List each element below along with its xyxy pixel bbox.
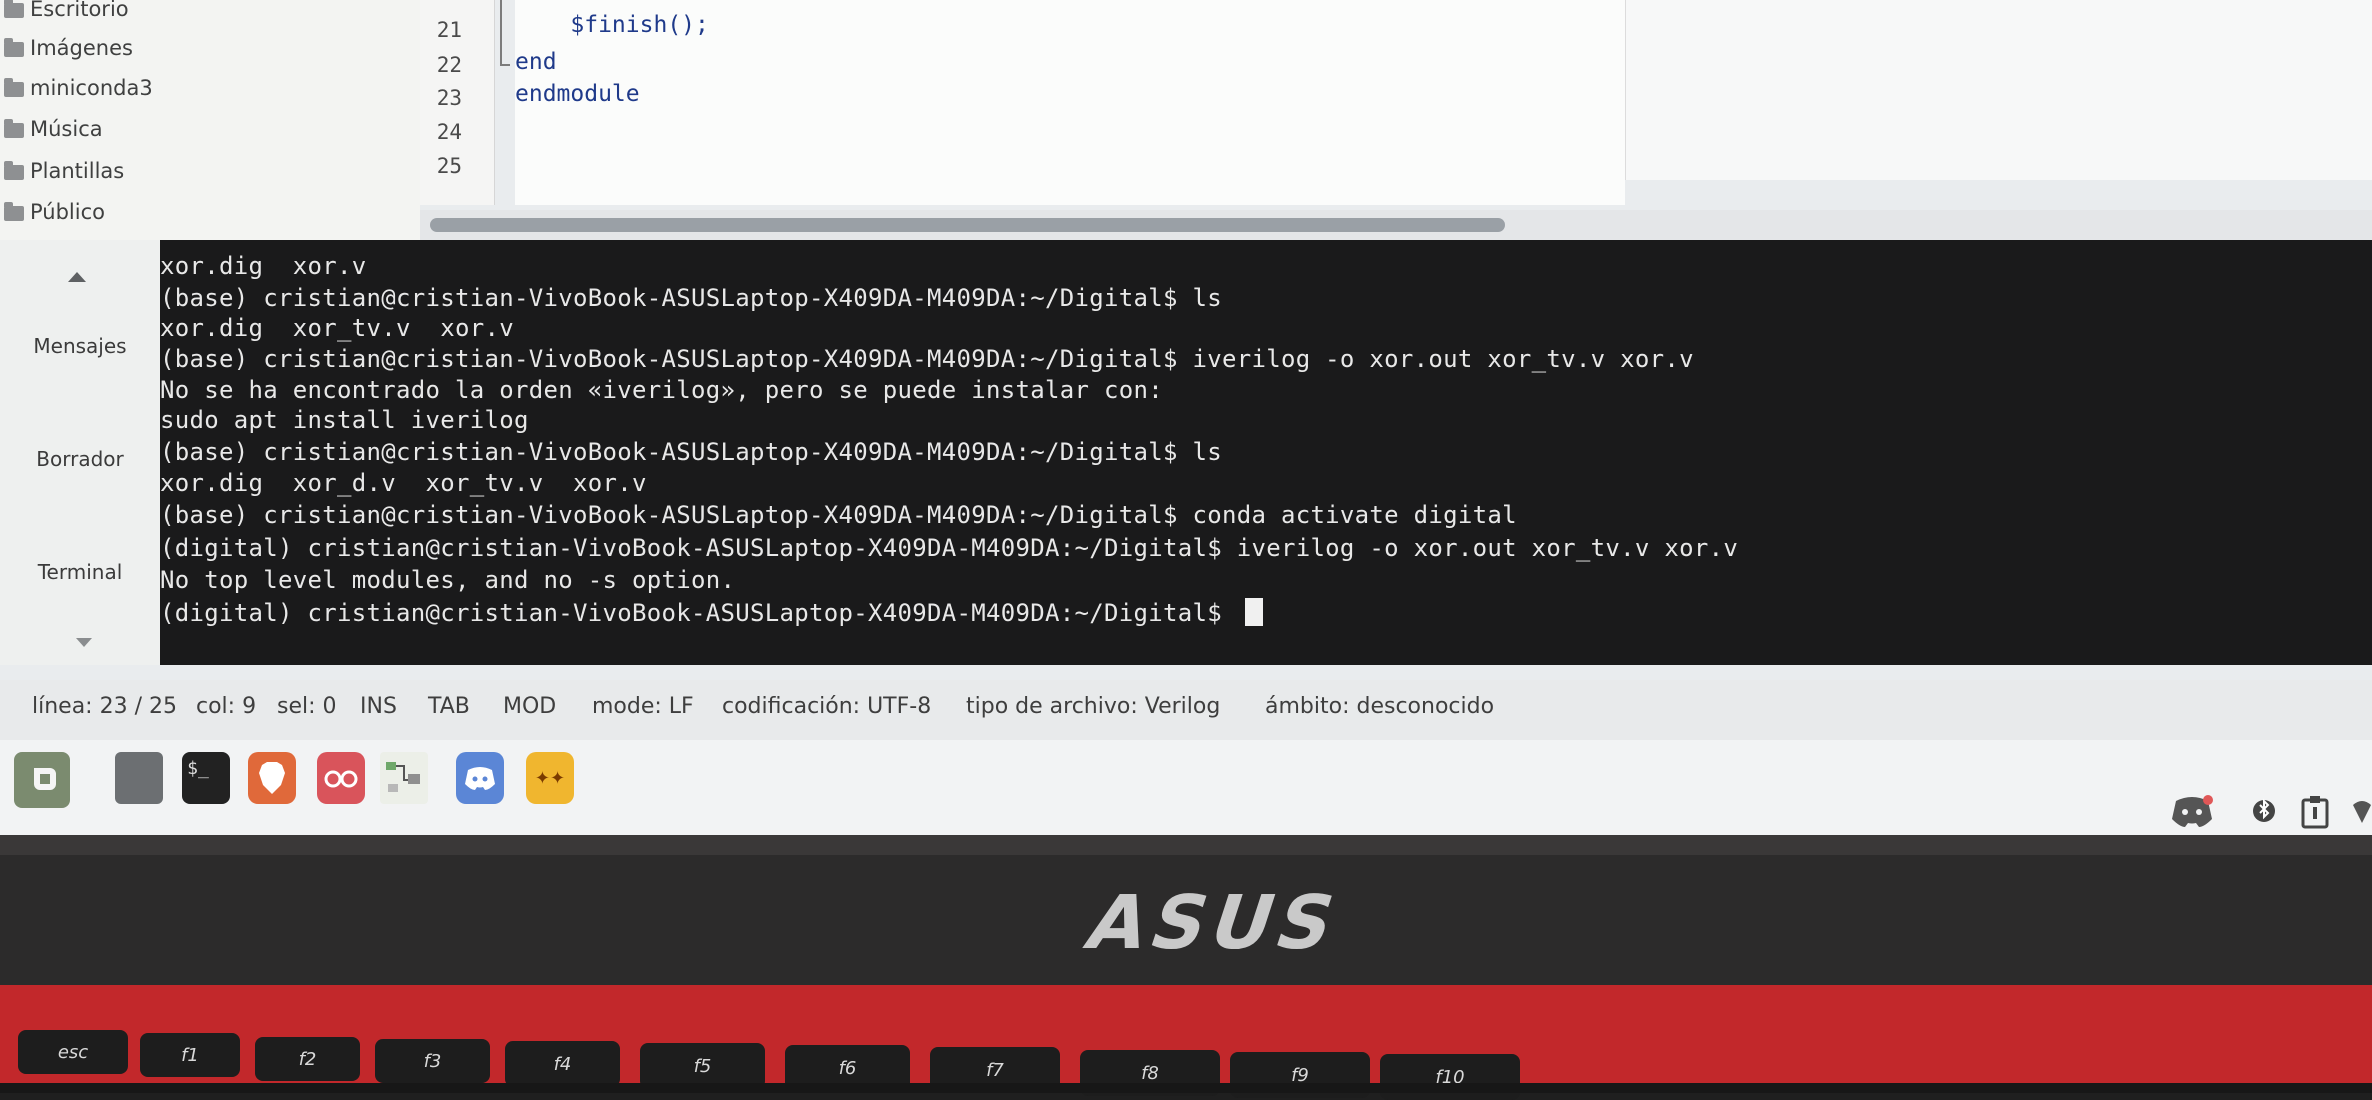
scroll-down-icon[interactable]	[76, 638, 92, 647]
key-f3: f3	[375, 1039, 490, 1083]
terminal-icon[interactable]: $_	[182, 752, 230, 804]
fb-item-label: Imágenes	[30, 36, 133, 60]
terminal-line: (base) cristian@cristian-VivoBook-ASUSLa…	[160, 438, 1222, 466]
status-mode: mode: LF	[592, 694, 694, 719]
fb-item-imagenes[interactable]: Imágenes	[4, 31, 133, 65]
keyboard-deck: esc f1 f2 f3 f4 f5 f6 f7 f8 f9 f10	[0, 985, 2372, 1100]
fb-item-label: miniconda3	[30, 76, 153, 100]
digital-circuit-icon[interactable]	[380, 752, 428, 804]
message-panel-tabs: Mensajes Borrador Terminal	[0, 240, 160, 665]
fold-end-marker	[500, 64, 510, 66]
discord-icon[interactable]	[456, 752, 504, 804]
terminal-line: sudo apt install iverilog	[160, 406, 529, 434]
terminal-cursor	[1244, 598, 1263, 626]
fb-item-label: Plantillas	[30, 159, 125, 183]
file-browser-panel: Escritorio Imágenes miniconda3 Música Pl…	[0, 0, 420, 240]
screen: Escritorio Imágenes miniconda3 Música Pl…	[0, 0, 2372, 835]
scroll-up-icon[interactable]	[68, 272, 86, 282]
status-mod: MOD	[503, 694, 557, 719]
bezel-edge	[0, 835, 2372, 855]
line-number: 21	[436, 18, 462, 42]
key-f1: f1	[140, 1033, 240, 1077]
horizontal-scrollbar-thumb[interactable]	[430, 218, 1505, 232]
code-line: end	[515, 49, 557, 75]
glasses-icon[interactable]	[317, 752, 365, 804]
mint-menu-icon[interactable]	[14, 752, 70, 808]
fb-item-miniconda3[interactable]: miniconda3	[4, 71, 153, 105]
editor-margin-area	[1625, 0, 2372, 180]
status-tab: TAB	[428, 694, 470, 719]
folder-icon	[4, 0, 24, 18]
code-line: $finish();	[515, 12, 709, 38]
tab-mensajes[interactable]: Mensajes	[0, 334, 160, 358]
status-sel: sel: 0	[277, 694, 337, 719]
terminal-prompt: (digital) cristian@cristian-VivoBook-ASU…	[160, 599, 1237, 627]
folder-icon	[4, 118, 24, 138]
terminal-line: (base) cristian@cristian-VivoBook-ASUSLa…	[160, 284, 1222, 312]
fold-line	[500, 0, 502, 66]
terminal-prompt-line[interactable]: (digital) cristian@cristian-VivoBook-ASU…	[160, 598, 1263, 627]
bluetooth-icon[interactable]	[2253, 795, 2275, 835]
terminal-output[interactable]: xor.dig xor.v (base) cristian@cristian-V…	[160, 240, 2372, 665]
line-number-gutter: 21 22 23 24 25	[420, 0, 470, 205]
key-esc: esc	[18, 1030, 128, 1074]
terminal-line: (base) cristian@cristian-VivoBook-ASUSLa…	[160, 501, 1517, 529]
line-number: 25	[436, 154, 462, 178]
status-line: línea: 23 / 25	[32, 694, 177, 719]
status-col: col: 9	[196, 694, 257, 719]
code-editor[interactable]: $finish(); end endmodule	[515, 0, 1625, 205]
key-f10: f10	[1380, 1054, 1520, 1100]
brand-logo: ASUS	[1076, 880, 1352, 966]
folder-icon	[4, 201, 24, 221]
status-encoding: codificación: UTF-8	[722, 694, 932, 719]
folder-icon	[4, 77, 24, 97]
stars-app-icon[interactable]: ✦✦	[526, 752, 574, 804]
status-scope: ámbito: desconocido	[1265, 694, 1495, 719]
folder-icon	[4, 160, 24, 180]
key-f2: f2	[255, 1037, 360, 1081]
terminal-line: xor.dig xor.v	[160, 252, 367, 280]
clipboard-icon[interactable]	[2300, 795, 2330, 835]
fb-item-label: Escritorio	[30, 0, 129, 21]
tab-terminal[interactable]: Terminal	[0, 560, 160, 584]
discord-tray-icon[interactable]	[2170, 795, 2214, 835]
fold-margin	[470, 0, 495, 205]
fb-item-label: Público	[30, 200, 105, 224]
folder-icon	[4, 37, 24, 57]
line-number: 23	[436, 86, 462, 110]
network-icon[interactable]	[2352, 795, 2372, 835]
fb-item-escritorio[interactable]: Escritorio	[4, 0, 129, 26]
fb-item-musica[interactable]: Música	[4, 112, 103, 146]
terminal-line: No top level modules, and no -s option.	[160, 566, 736, 594]
fb-item-plantillas[interactable]: Plantillas	[4, 154, 124, 188]
status-ins: INS	[360, 694, 397, 719]
line-number: 22	[436, 53, 462, 77]
fb-item-label: Música	[30, 117, 103, 141]
line-number: 24	[436, 120, 462, 144]
status-filetype: tipo de archivo: Verilog	[966, 694, 1221, 719]
tab-borrador[interactable]: Borrador	[0, 447, 160, 471]
terminal-line: No se ha encontrado la orden «iverilog»,…	[160, 376, 1163, 404]
terminal-line: (digital) cristian@cristian-VivoBook-ASU…	[160, 534, 1739, 562]
terminal-line: xor.dig xor_d.v xor_tv.v xor.v	[160, 469, 647, 497]
fb-item-publico[interactable]: Público	[4, 195, 105, 229]
code-line: endmodule	[515, 81, 640, 107]
key-f4: f4	[505, 1041, 620, 1087]
files-icon[interactable]	[115, 752, 163, 804]
terminal-line: (base) cristian@cristian-VivoBook-ASUSLa…	[160, 345, 1694, 373]
brave-icon[interactable]	[248, 752, 296, 804]
terminal-line: xor.dig xor_tv.v xor.v	[160, 314, 514, 342]
key-row-shadow	[0, 1083, 2372, 1093]
